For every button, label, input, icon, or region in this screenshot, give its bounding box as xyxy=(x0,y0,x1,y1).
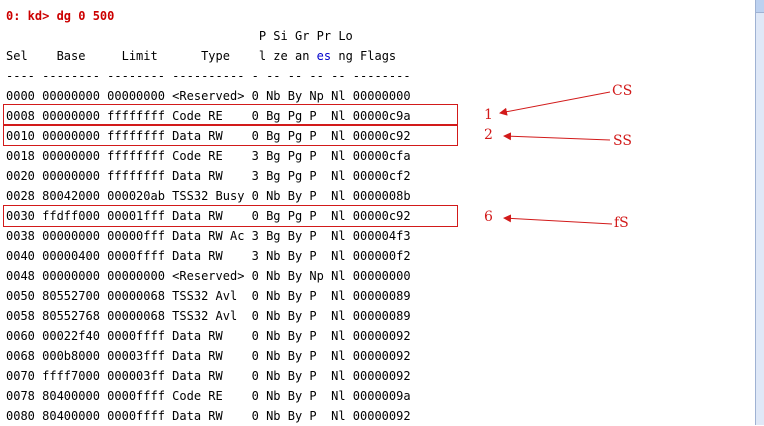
scrollbar-thumb[interactable] xyxy=(756,0,764,13)
arrow-ss xyxy=(503,132,611,141)
vertical-scrollbar[interactable] xyxy=(755,0,764,425)
annotation-arrows xyxy=(499,91,613,225)
arrow-cs xyxy=(499,91,611,116)
arrow-fs xyxy=(503,214,613,225)
